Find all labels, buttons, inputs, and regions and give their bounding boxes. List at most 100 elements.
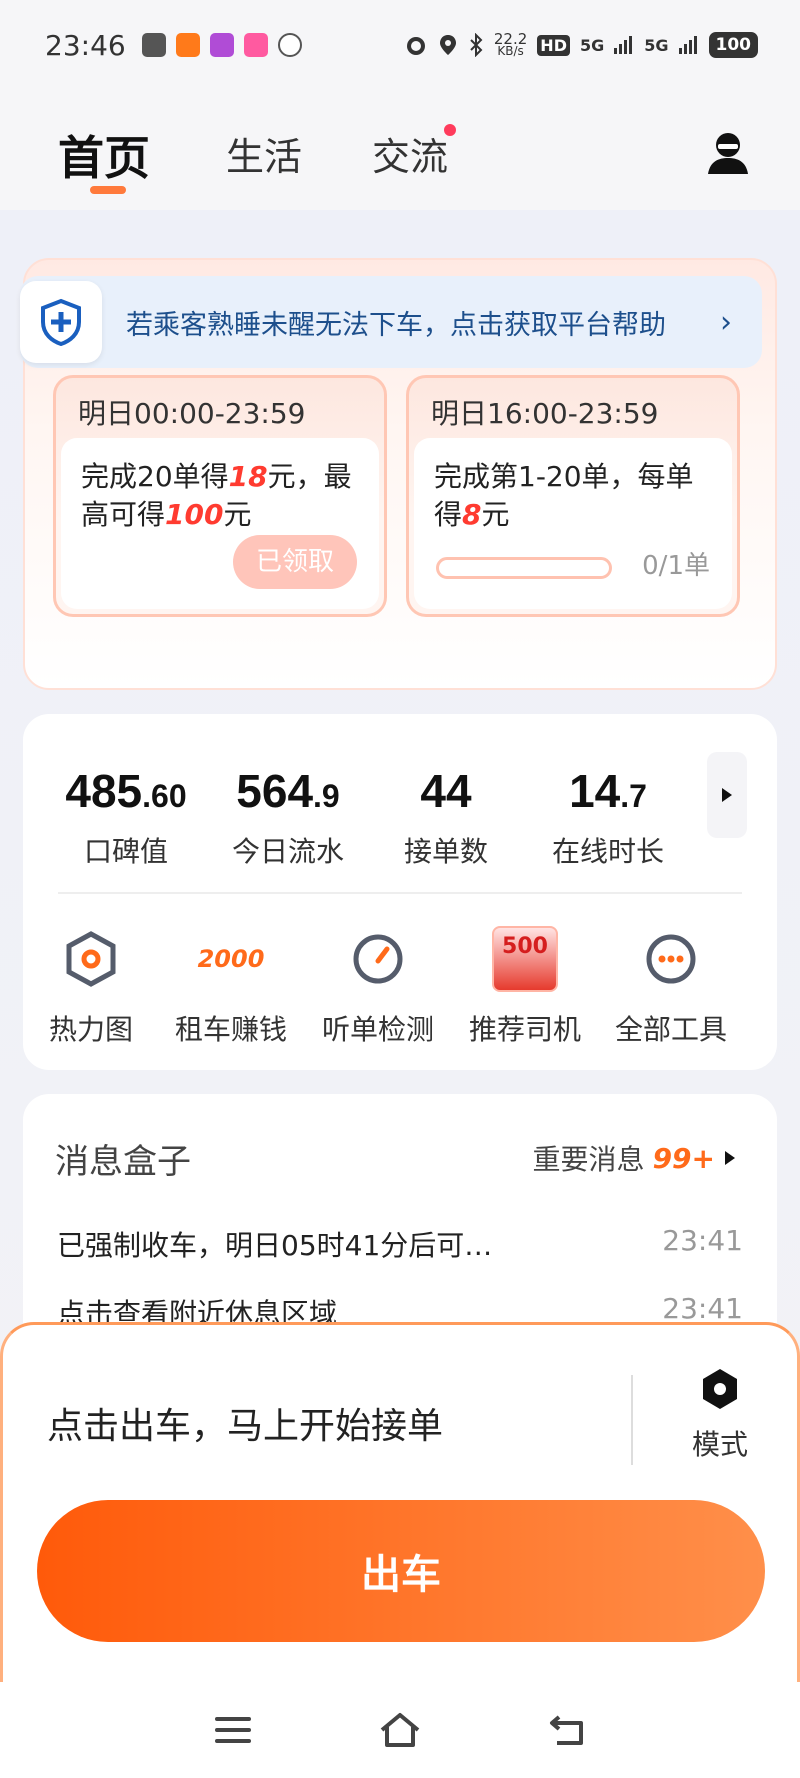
app-notification-icon: [209, 33, 234, 57]
hexagon-map-icon: [21, 924, 161, 994]
message-time: 23:41: [662, 1224, 743, 1257]
claimed-button[interactable]: 已领取: [233, 535, 357, 589]
stat-value: 14.7: [543, 764, 673, 818]
tool-label: 听单检测: [321, 1013, 434, 1046]
chevron-right-icon: ›: [720, 304, 732, 340]
menu-icon[interactable]: [209, 1706, 257, 1754]
more-dots-icon: [601, 924, 741, 994]
app-notification-icon: [175, 33, 200, 57]
gauge-icon: [308, 924, 448, 994]
important-count: 99+: [652, 1141, 715, 1175]
stat-today-revenue[interactable]: 564.9 今日流水: [218, 764, 358, 870]
clipboard-icon: [141, 33, 166, 57]
dispatch-prompt: 点击出车，马上开始接单: [47, 1406, 444, 1447]
mode-label: 模式: [691, 1428, 748, 1461]
safety-notice-banner[interactable]: 若乘客熟睡未醒无法下车，点击获取平台帮助 ›: [20, 276, 762, 368]
bluetooth-icon: [470, 33, 483, 57]
hexagon-settings-icon: [703, 1369, 737, 1409]
tab-communication[interactable]: 交流: [372, 126, 448, 181]
task-max-amount: 100: [165, 498, 224, 531]
task-reward-amount: 8: [462, 498, 482, 531]
task-period: 明日16:00-23:59: [431, 397, 659, 430]
back-icon[interactable]: [543, 1706, 591, 1754]
message-text: 已强制收车，明日05时41分后可…: [57, 1229, 493, 1262]
stat-int: 564: [236, 765, 314, 817]
important-label: 重要消息: [532, 1143, 645, 1176]
go-online-button[interactable]: 出车: [37, 1500, 765, 1642]
alarm-icon: [406, 37, 425, 55]
refer-badge-text: 500: [492, 926, 558, 992]
task-desc-prefix: 完成20单得: [81, 460, 229, 493]
signal-bars-icon: [678, 36, 697, 54]
stat-int: 14: [569, 765, 621, 817]
signal-bars-icon: [614, 36, 633, 54]
stat-order-count[interactable]: 44 接单数: [391, 764, 501, 870]
tool-heatmap[interactable]: 热力图: [21, 924, 161, 1048]
status-bar: 23:46 22.2 KB/s HD 5G 5G 100: [0, 0, 800, 90]
task-desc-suffix: 元: [481, 498, 510, 531]
tool-label: 推荐司机: [468, 1013, 581, 1046]
message-item[interactable]: 已强制收车，明日05时41分后可… 23:41: [57, 1224, 743, 1264]
status-left: 23:46: [45, 29, 302, 62]
task-progress-text: 0/1单: [642, 551, 710, 581]
task-progress-bar: [436, 557, 612, 579]
stats-card: 485.60 口碑值 564.9 今日流水 44 接单数 14.7 在线时长 热…: [23, 714, 777, 1070]
stat-int: 485: [65, 765, 143, 817]
battery-indicator: 100: [708, 32, 758, 58]
stat-dec: .7: [620, 778, 647, 814]
status-time: 23:46: [45, 28, 126, 62]
stat-value: 44: [391, 764, 501, 818]
app-notification-icon: [243, 33, 268, 57]
play-arrow-icon: [722, 788, 732, 802]
tool-label: 全部工具: [614, 1013, 727, 1046]
message-box: 消息盒子 重要消息 99+ 已强制收车，明日05时41分后可… 23:41 点击…: [23, 1094, 777, 1354]
shield-plus-icon: [20, 281, 102, 363]
2000-badge-icon: 2000: [161, 924, 301, 994]
mode-button[interactable]: 模式: [675, 1367, 765, 1463]
status-right: 22.2 KB/s HD 5G 5G 100: [404, 32, 758, 58]
stat-dec: .60: [142, 778, 187, 814]
system-navigation-bar: [0, 1682, 800, 1778]
task-body: 完成第1-20单，每单得8元 0/1单: [414, 438, 732, 609]
signal-5g-1: 5G: [579, 35, 605, 55]
tab-life[interactable]: 生活: [226, 126, 302, 181]
network-speed: 22.2 KB/s: [494, 32, 527, 58]
divider: [631, 1375, 633, 1465]
stat-online-hours[interactable]: 14.7 在线时长: [543, 764, 673, 870]
stat-value: 564.9: [218, 764, 358, 818]
tool-label: 热力图: [48, 1013, 133, 1046]
task-card-1[interactable]: 明日00:00-23:59 完成20单得18元，最高可得100元 已领取: [53, 375, 387, 617]
profile-icon[interactable]: [704, 128, 752, 176]
stat-label: 在线时长: [551, 835, 664, 868]
tab-home[interactable]: 首页: [58, 122, 150, 188]
dispatch-panel: 点击出车，马上开始接单 模式 出车: [0, 1322, 800, 1682]
tool-label: 租车赚钱: [174, 1013, 287, 1046]
location-icon: [439, 35, 456, 55]
tool-refer-driver[interactable]: 500 推荐司机: [455, 924, 595, 1048]
stat-reputation[interactable]: 485.60 口碑值: [51, 764, 201, 870]
tool-rent-car[interactable]: 2000 租车赚钱: [161, 924, 301, 1048]
stat-label: 今日流水: [231, 835, 344, 868]
message-box-title: 消息盒子: [55, 1142, 191, 1182]
play-arrow-icon: [725, 1151, 735, 1165]
stat-label: 口碑值: [83, 835, 168, 868]
rent-badge-text: 2000: [197, 945, 265, 973]
task-period: 明日00:00-23:59: [78, 397, 306, 430]
hd-badge: HD: [537, 34, 570, 56]
task-card-2[interactable]: 明日16:00-23:59 完成第1-20单，每单得8元 0/1单: [406, 375, 740, 617]
home-icon[interactable]: [376, 1706, 424, 1754]
tool-order-detection[interactable]: 听单检测: [308, 924, 448, 1048]
notice-text: 若乘客熟睡未醒无法下车，点击获取平台帮助: [126, 309, 666, 341]
stats-more-button[interactable]: [707, 752, 747, 838]
stat-int: 44: [420, 765, 472, 817]
signal-5g-2: 5G: [644, 35, 669, 55]
task-desc-suffix: 元: [223, 498, 252, 531]
unread-dot: [444, 124, 456, 136]
active-tab-indicator: [90, 186, 126, 194]
task-body: 完成20单得18元，最高可得100元 已领取: [61, 438, 379, 609]
stat-value: 485.60: [51, 764, 201, 818]
stat-label: 接单数: [403, 835, 488, 868]
important-messages-link[interactable]: 重要消息 99+: [533, 1138, 737, 1178]
red-envelope-icon: 500: [455, 924, 595, 994]
tool-all-tools[interactable]: 全部工具: [601, 924, 741, 1048]
